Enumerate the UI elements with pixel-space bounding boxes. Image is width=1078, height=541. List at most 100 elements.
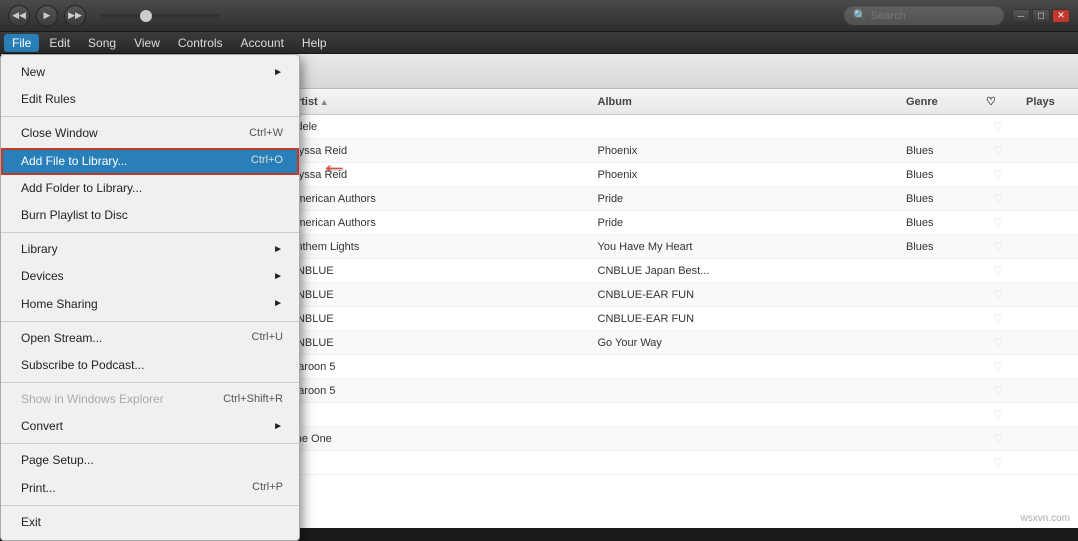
menu-file[interactable]: File: [4, 34, 39, 52]
cell-album: [590, 381, 899, 400]
cell-artist: CNBLUE: [281, 285, 590, 304]
cell-genre: Blues: [898, 237, 978, 256]
cell-plays: [1018, 189, 1078, 208]
cell-plays: [1018, 117, 1078, 136]
submenu-arrow3: ►: [273, 269, 283, 285]
progress-thumb[interactable]: [140, 10, 152, 22]
cell-genre: [898, 453, 978, 472]
menu-burn-playlist[interactable]: Burn Playlist to Disc: [1, 202, 299, 229]
cell-heart: ♡: [978, 165, 1018, 184]
cell-plays: [1018, 405, 1078, 424]
cell-plays: [1018, 141, 1078, 160]
menu-view[interactable]: View: [126, 34, 168, 52]
shortcut-print: Ctrl+P: [252, 479, 283, 497]
play-button[interactable]: ▶: [36, 5, 58, 27]
col-album[interactable]: Album: [590, 93, 899, 110]
cell-genre: Blues: [898, 213, 978, 232]
col-genre[interactable]: Genre: [898, 93, 978, 110]
cell-heart: ♡: [978, 333, 1018, 352]
shortcut-stream: Ctrl+U: [252, 329, 283, 347]
menu-convert[interactable]: Convert ►: [1, 413, 299, 440]
cell-genre: [898, 285, 978, 304]
cell-heart: ♡: [978, 309, 1018, 328]
cell-artist: Alyssa Reid: [281, 165, 590, 184]
menu-add-folder[interactable]: Add Folder to Library...: [1, 175, 299, 202]
cell-plays: [1018, 237, 1078, 256]
separator3: [1, 321, 299, 322]
forward-button[interactable]: ▶▶: [64, 5, 86, 27]
separator4: [1, 382, 299, 383]
menu-account[interactable]: Account: [233, 34, 292, 52]
menu-new[interactable]: New ►: [1, 59, 299, 86]
progress-bar[interactable]: [100, 14, 220, 18]
cell-artist: [281, 405, 590, 424]
cell-plays: [1018, 261, 1078, 280]
menu-page-setup[interactable]: Page Setup...: [1, 447, 299, 474]
cell-heart: ♡: [978, 189, 1018, 208]
cell-heart: ♡: [978, 429, 1018, 448]
cell-plays: [1018, 285, 1078, 304]
menu-subscribe-podcast[interactable]: Subscribe to Podcast...: [1, 352, 299, 379]
cell-heart: ♡: [978, 405, 1018, 424]
cell-album: [590, 357, 899, 376]
cell-album: Go Your Way: [590, 333, 899, 352]
submenu-arrow: ►: [273, 65, 283, 81]
cell-genre: Blues: [898, 141, 978, 160]
cell-artist: Maroon 5: [281, 357, 590, 376]
menu-edit[interactable]: Edit: [41, 34, 78, 52]
cell-heart: ♡: [978, 117, 1018, 136]
rewind-button[interactable]: ◀◀: [8, 5, 30, 27]
cell-plays: [1018, 165, 1078, 184]
menu-edit-rules[interactable]: Edit Rules: [1, 86, 299, 113]
menu-close-window[interactable]: Close Window Ctrl+W: [1, 120, 299, 147]
cell-album: [590, 429, 899, 448]
cell-genre: [898, 357, 978, 376]
minimize-button[interactable]: ─: [1012, 9, 1030, 23]
menu-devices[interactable]: Devices ►: [1, 263, 299, 290]
menu-controls[interactable]: Controls: [170, 34, 231, 52]
cell-album: You Have My Heart: [590, 237, 899, 256]
cell-artist: Adele: [281, 117, 590, 136]
search-box[interactable]: 🔍: [844, 6, 1004, 25]
cell-artist: Anthem Lights: [281, 237, 590, 256]
cell-heart: ♡: [978, 381, 1018, 400]
menu-add-file[interactable]: Add File to Library... Ctrl+O: [1, 148, 299, 175]
close-button[interactable]: ✕: [1052, 9, 1070, 23]
window-controls: ─ ◻ ✕: [1012, 9, 1070, 23]
col-heart[interactable]: ♡: [978, 93, 1018, 110]
col-artist[interactable]: Artist ▲: [281, 93, 590, 110]
cell-plays: [1018, 357, 1078, 376]
cell-heart: ♡: [978, 213, 1018, 232]
menu-home-sharing[interactable]: Home Sharing ►: [1, 291, 299, 318]
cell-genre: [898, 117, 978, 136]
cell-plays: [1018, 213, 1078, 232]
cell-artist: Maroon 5: [281, 381, 590, 400]
cell-heart: ♡: [978, 357, 1018, 376]
cell-album: [590, 405, 899, 424]
cell-album: [590, 117, 899, 136]
cell-album: Phoenix: [590, 165, 899, 184]
cell-heart: ♡: [978, 285, 1018, 304]
menu-open-stream[interactable]: Open Stream... Ctrl+U: [1, 325, 299, 352]
submenu-arrow2: ►: [273, 242, 283, 258]
shortcut-explorer: Ctrl+Shift+R: [223, 391, 283, 409]
shortcut-add-file: Ctrl+O: [251, 152, 283, 170]
cell-heart: ♡: [978, 261, 1018, 280]
cell-genre: Blues: [898, 189, 978, 208]
menu-help[interactable]: Help: [294, 34, 335, 52]
search-input[interactable]: [871, 10, 991, 22]
cell-heart: ♡: [978, 237, 1018, 256]
menu-print[interactable]: Print... Ctrl+P: [1, 475, 299, 502]
col-plays[interactable]: Plays: [1018, 93, 1078, 110]
separator6: [1, 505, 299, 506]
menu-song[interactable]: Song: [80, 34, 124, 52]
cell-heart: ♡: [978, 141, 1018, 160]
cell-genre: [898, 405, 978, 424]
menu-library[interactable]: Library ►: [1, 236, 299, 263]
cell-artist: CNBLUE: [281, 309, 590, 328]
menu-bar: File Edit Song View Controls Account Hel…: [0, 32, 1078, 54]
cell-album: CNBLUE-EAR FUN: [590, 309, 899, 328]
menu-exit[interactable]: Exit: [1, 509, 299, 536]
maximize-button[interactable]: ◻: [1032, 9, 1050, 23]
title-bar: ◀◀ ▶ ▶▶ 🔍 ─ ◻ ✕: [0, 0, 1078, 32]
